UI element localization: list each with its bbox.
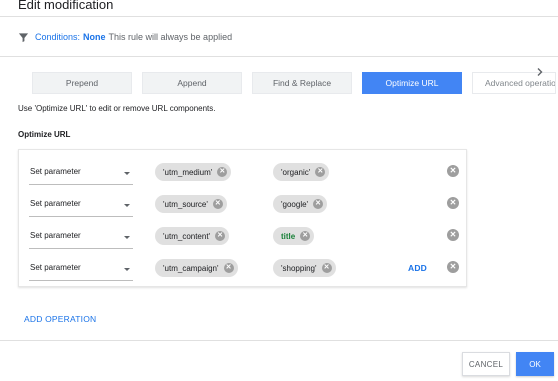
chip-text: 'utm_source': [163, 199, 208, 209]
ok-button[interactable]: OK: [516, 352, 554, 376]
conditions-value[interactable]: None: [83, 32, 106, 42]
parameter-value-chip[interactable]: 'shopping' ✕: [273, 259, 336, 277]
chip-remove-icon[interactable]: ✕: [223, 263, 234, 273]
chevron-right-icon[interactable]: [535, 66, 545, 80]
chip-text: 'shopping': [281, 263, 317, 273]
section-title: Optimize URL: [18, 130, 71, 139]
action-select[interactable]: Set parameter: [29, 225, 133, 249]
dropdown-caret-icon: [124, 236, 130, 239]
tab-prepend[interactable]: Prepend: [32, 72, 132, 94]
operation-tabs: Prepend Append Find & Replace Optimize U…: [32, 72, 556, 94]
optimize-url-hint: Use 'Optimize URL' to edit or remove URL…: [18, 104, 216, 113]
tab-optimize-url[interactable]: Optimize URL: [362, 72, 462, 94]
dropdown-caret-icon: [124, 172, 130, 175]
remove-operation-icon[interactable]: ✕: [447, 229, 459, 241]
tab-append[interactable]: Append: [142, 72, 242, 94]
footer-divider: [0, 340, 558, 341]
add-parameter-link[interactable]: ADD: [408, 263, 427, 273]
operation-row: Set parameter 'utm_source' ✕ 'google' ✕ …: [19, 189, 468, 219]
chip-remove-icon[interactable]: ✕: [321, 263, 332, 273]
chip-remove-icon[interactable]: ✕: [313, 199, 324, 209]
action-select-value: Set parameter: [30, 199, 81, 208]
operations-card: Set parameter 'utm_medium' ✕ 'organic' ✕…: [18, 149, 467, 287]
action-select-value: Set parameter: [30, 231, 81, 240]
chip-remove-icon[interactable]: ✕: [315, 167, 326, 177]
dropdown-caret-icon: [124, 268, 130, 271]
chip-text: 'utm_content': [163, 231, 211, 241]
remove-operation-icon[interactable]: ✕: [447, 197, 459, 209]
action-select-value: Set parameter: [30, 263, 81, 272]
tab-find-replace[interactable]: Find & Replace: [252, 72, 352, 94]
chip-text: 'organic': [281, 167, 311, 177]
chip-remove-icon[interactable]: ✕: [217, 167, 228, 177]
conditions-bar[interactable]: Conditions: None This rule will always b…: [18, 30, 232, 44]
operation-row: Set parameter 'utm_medium' ✕ 'organic' ✕…: [19, 157, 468, 187]
parameter-key-chip[interactable]: 'utm_medium' ✕: [155, 163, 232, 181]
action-select[interactable]: Set parameter: [29, 193, 133, 217]
chip-remove-icon[interactable]: ✕: [215, 231, 226, 241]
operation-row: Set parameter 'utm_campaign' ✕ 'shopping…: [19, 253, 468, 283]
action-select[interactable]: Set parameter: [29, 161, 133, 185]
parameter-key-chip[interactable]: 'utm_campaign' ✕: [155, 259, 238, 277]
action-select-value: Set parameter: [30, 167, 81, 176]
conditions-description: This rule will always be applied: [108, 32, 233, 42]
operation-row: Set parameter 'utm_content' ✕ title ✕ ✕: [19, 221, 468, 251]
remove-operation-icon[interactable]: ✕: [447, 165, 459, 177]
dropdown-caret-icon: [124, 204, 130, 207]
parameter-value-chip[interactable]: 'google' ✕: [273, 195, 328, 213]
chip-text: 'google': [281, 199, 309, 209]
chip-remove-icon[interactable]: ✕: [300, 231, 311, 241]
chip-remove-icon[interactable]: ✕: [212, 199, 223, 209]
header-divider: [0, 16, 558, 17]
parameter-value-chip[interactable]: title ✕: [273, 227, 315, 245]
action-select[interactable]: Set parameter: [29, 257, 133, 281]
parameter-key-chip[interactable]: 'utm_content' ✕: [155, 227, 230, 245]
chip-text: 'utm_campaign': [163, 263, 219, 273]
macro-chip-text: title: [281, 231, 296, 241]
parameter-key-chip[interactable]: 'utm_source' ✕: [155, 195, 227, 213]
conditions-label[interactable]: Conditions:: [35, 32, 80, 42]
filter-icon: [18, 32, 29, 43]
dialog-title: Edit modification: [18, 0, 114, 12]
conditions-divider: [0, 56, 558, 57]
remove-operation-icon[interactable]: ✕: [447, 261, 459, 273]
cancel-button[interactable]: CANCEL: [462, 352, 510, 376]
parameter-value-chip[interactable]: 'organic' ✕: [273, 163, 330, 181]
add-operation-button[interactable]: ADD OPERATION: [24, 314, 96, 324]
chip-text: 'utm_medium': [163, 167, 213, 177]
